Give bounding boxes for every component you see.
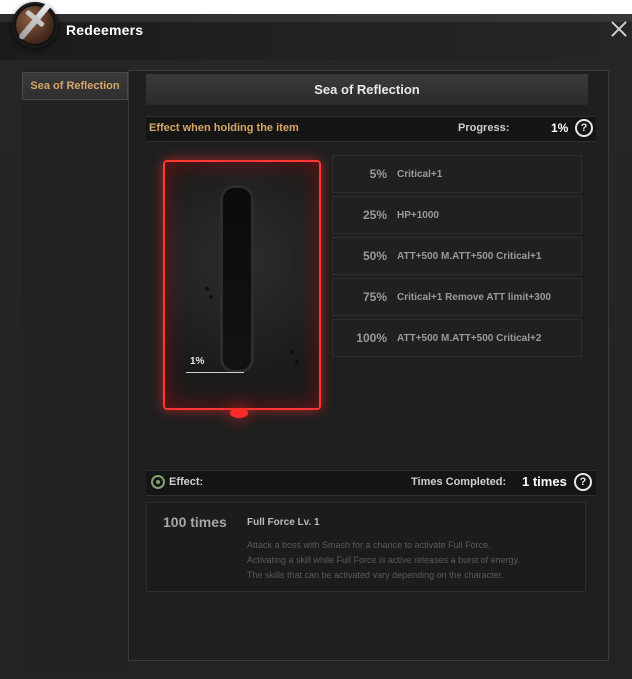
milestone-percent: 5% <box>369 167 387 181</box>
milestone-effect: ATT+500 M.ATT+500 Critical+1 <box>397 250 542 262</box>
milestone-row: 50% ATT+500 M.ATT+500 Critical+1 <box>332 237 582 275</box>
milestone-effect: HP+1000 <box>397 209 439 221</box>
sword-logo-icon <box>12 1 58 48</box>
item-dot <box>295 360 299 364</box>
holding-effect-label: Effect when holding the item <box>149 122 299 134</box>
sidebar <box>22 70 130 670</box>
item-progress-line <box>186 372 244 373</box>
milestone-percent: 100% <box>356 331 387 345</box>
panel-title: Sea of Reflection <box>146 74 588 105</box>
progress-label: Progress: <box>458 122 510 134</box>
milestone-row: 100% ATT+500 M.ATT+500 Critical+2 <box>332 319 582 357</box>
milestone-percent: 75% <box>362 290 387 304</box>
milestone-effect: Critical+1 <box>397 168 443 180</box>
effect-description-line: The skills that can be activated vary de… <box>247 570 504 580</box>
item-glow <box>230 408 248 418</box>
help-icon[interactable]: ? <box>575 119 593 137</box>
effect-description: Attack a boss with Smash for a chance to… <box>247 538 577 583</box>
effect-label: Effect: <box>169 476 204 488</box>
milestone-row: 5% Critical+1 <box>332 155 582 193</box>
milestone-effect: ATT+500 M.ATT+500 Critical+2 <box>397 332 542 344</box>
milestone-percent: 50% <box>362 249 387 263</box>
radio-icon[interactable] <box>151 475 165 489</box>
effect-times: 100 times <box>163 514 227 530</box>
effect-description-line: Activating a skill while Full Force is a… <box>247 555 520 565</box>
item-dot <box>205 287 209 291</box>
sidebar-tab-sea-of-reflection[interactable]: Sea of Reflection <box>22 72 128 100</box>
milestone-effect: Critical+1 Remove ATT limit+300 <box>397 291 551 303</box>
item-dot <box>290 350 294 354</box>
window-title: Redeemers <box>66 22 144 38</box>
item-groove <box>220 185 254 373</box>
help-icon[interactable]: ? <box>574 473 592 491</box>
milestone-row: 75% Critical+1 Remove ATT limit+300 <box>332 278 582 316</box>
progress-value: 1% <box>551 121 569 135</box>
item-progress-marker: 1% <box>190 356 205 367</box>
milestone-percent: 25% <box>362 208 387 222</box>
times-completed-value: 1 times <box>522 474 567 489</box>
effect-description-line: Attack a boss with Smash for a chance to… <box>247 540 491 550</box>
item-dot <box>209 295 213 299</box>
times-completed-label: Times Completed: <box>411 476 507 488</box>
milestone-list: 5% Critical+1 25% HP+1000 50% ATT+500 M.… <box>332 155 582 360</box>
milestone-row: 25% HP+1000 <box>332 196 582 234</box>
close-icon[interactable] <box>610 20 628 38</box>
effect-name: Full Force Lv. 1 <box>247 517 320 528</box>
